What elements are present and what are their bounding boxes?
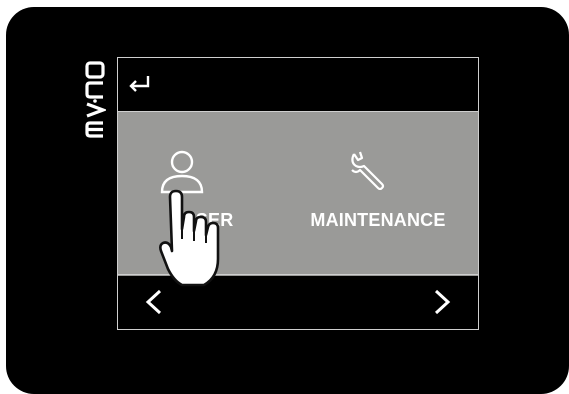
evco-logo (85, 61, 106, 138)
user-icon (160, 150, 204, 194)
return-arrow-icon (129, 76, 150, 92)
chevron-left-icon (145, 289, 162, 315)
previous-page-button[interactable] (142, 288, 166, 316)
back-button[interactable] (126, 70, 156, 96)
menu-item-maintenance-label: MAINTENANCE (310, 210, 446, 230)
menu-item-maintenance[interactable]: MAINTENANCE (278, 112, 478, 276)
chevron-right-icon (434, 289, 451, 315)
pointing-hand-icon (159, 189, 220, 287)
next-page-button[interactable] (430, 288, 454, 316)
top-bar (118, 58, 478, 112)
wrench-icon (351, 151, 385, 190)
device-frame: USER MAINTENANCE (6, 7, 569, 394)
